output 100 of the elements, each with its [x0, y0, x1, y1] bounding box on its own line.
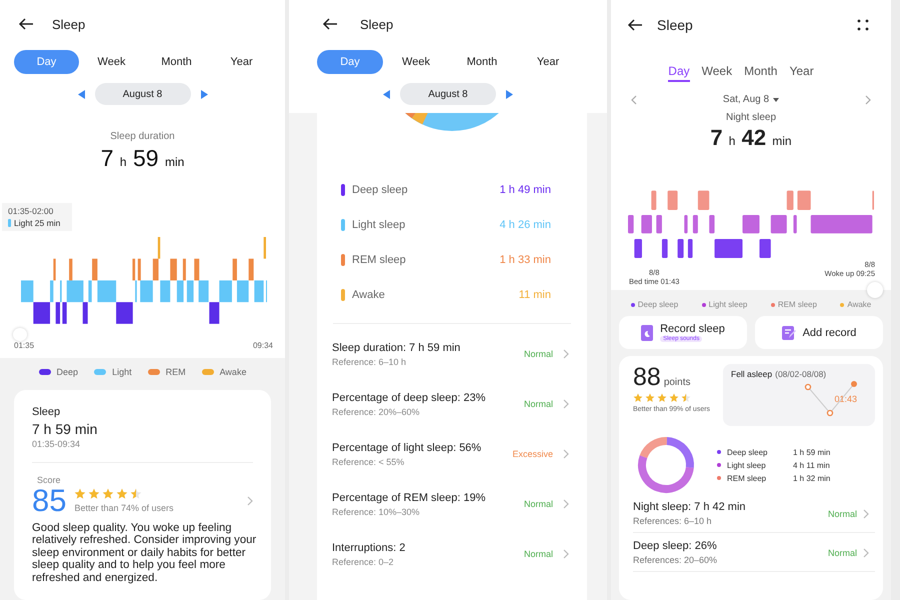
screen-title: Sleep: [52, 16, 86, 32]
donut-chart-drawing: [637, 436, 695, 494]
note-pencil-icon: [782, 326, 796, 340]
metric-title: Sleep duration: 7 h 59 min: [332, 342, 462, 354]
card-time-range: 01:35-09:34: [32, 438, 82, 448]
date-selector[interactable]: Sat, Aug 8: [722, 94, 770, 105]
tab[interactable]: Year: [209, 50, 274, 74]
stage-label: REM sleep: [352, 254, 407, 266]
duration-label: Sleep duration: [109, 131, 176, 142]
chevron-right-icon[interactable]: [247, 496, 253, 506]
metric-title: Percentage of REM sleep: 19%: [332, 492, 486, 504]
comparison-text: Better than 74% of users: [74, 503, 175, 513]
tab[interactable]: Month: [144, 50, 209, 74]
caret-left-icon[interactable]: [78, 90, 84, 98]
status-text: Normal: [524, 399, 553, 409]
fell-asleep-range: (08/02-08/08): [775, 369, 826, 379]
star-icon: [88, 488, 100, 500]
add-record-button[interactable]: Add record: [755, 316, 883, 349]
axis-label: 01:35: [14, 340, 34, 350]
metric-title: Percentage of light sleep: 56%: [332, 442, 482, 454]
scrubber-handle[interactable]: [867, 282, 883, 298]
caret-right-icon[interactable]: [200, 90, 208, 98]
metric-reference: Reference: < 55%: [332, 456, 406, 466]
legend-label: REM: [166, 366, 186, 376]
chevron-right-icon[interactable]: [865, 94, 871, 104]
summary-text: Good sleep quality. You woke up feeling relatively refreshed. Consider improving your sleep environment or daily habits for better sleep quality and to help you feel more refreshed and energized.: [32, 522, 258, 584]
tab[interactable]: Year: [789, 61, 814, 82]
tab[interactable]: Year: [515, 50, 581, 74]
chevron-right-icon[interactable]: [863, 508, 869, 518]
status-text: Normal: [524, 349, 553, 359]
phone-moon-icon: [641, 324, 654, 340]
chevron-right-icon[interactable]: [563, 499, 569, 509]
legend-label: Deep: [56, 366, 78, 376]
star-icon: [633, 393, 643, 403]
stage-duration: 1 h 49 min: [500, 184, 551, 196]
star-icon: [74, 488, 86, 500]
legend-label: Light sleep: [708, 300, 748, 309]
tooltip-time: 01:35-02:00: [8, 206, 54, 216]
chevron-right-icon[interactable]: [863, 548, 869, 558]
stage-label: Deep sleep: [352, 184, 409, 196]
status-text: Normal: [828, 508, 857, 518]
chevron-right-icon[interactable]: [563, 349, 569, 359]
stage-duration: 1 h 59 min: [793, 448, 830, 456]
star-icon: [657, 393, 667, 403]
status-text: Excessive: [512, 449, 553, 459]
status-text: Normal: [828, 548, 857, 558]
tab[interactable]: Week: [702, 61, 732, 82]
back-icon[interactable]: [18, 18, 34, 30]
dropdown-icon[interactable]: [773, 98, 780, 102]
status-text: Normal: [524, 499, 553, 509]
chevron-right-icon[interactable]: [563, 549, 569, 559]
duration-label: Night sleep: [724, 112, 778, 123]
card-duration: 7 h 59 min: [32, 420, 98, 436]
star-icon: [116, 488, 128, 500]
chevron-right-icon[interactable]: [563, 399, 569, 409]
tab[interactable]: Month: [744, 61, 778, 82]
tab[interactable]: Week: [79, 50, 144, 74]
metric-reference: Reference: 0–2: [332, 556, 395, 566]
stage-duration: 4 h 11 min: [793, 460, 830, 470]
star-icon: [669, 393, 679, 403]
back-icon[interactable]: [322, 18, 338, 30]
legend-label: REM sleep: [778, 300, 817, 309]
axis-label: 09:34: [252, 340, 273, 350]
tab[interactable]: Month: [449, 50, 515, 74]
score-label: Score: [37, 474, 62, 484]
metric-reference: References: 20–60%: [633, 555, 718, 565]
chevron-left-icon[interactable]: [631, 94, 637, 104]
metric-reference: Reference: 10%–30%: [332, 506, 421, 516]
stage-duration: 11 min: [518, 288, 551, 300]
screen-title: Sleep: [360, 16, 394, 32]
date-selector[interactable]: August 8: [400, 83, 496, 105]
stage-duration: 1 h 33 min: [500, 254, 551, 266]
caret-left-icon[interactable]: [383, 90, 390, 98]
stage-label: Light sleep: [727, 460, 767, 470]
date-selector[interactable]: August 8: [94, 83, 190, 105]
score-value: 88: [633, 363, 661, 391]
star-icon: [102, 488, 114, 500]
tab[interactable]: Week: [383, 50, 449, 74]
legend-label: Awake: [220, 366, 246, 376]
tooltip-text: Light 25 min: [14, 218, 60, 228]
caret-right-icon[interactable]: [506, 90, 513, 98]
menu-icon[interactable]: [857, 19, 869, 31]
stage-label: REM sleep: [727, 474, 768, 482]
screen-title: Sleep: [657, 17, 693, 33]
card-title: Sleep: [32, 406, 62, 418]
back-icon[interactable]: [627, 19, 643, 31]
stage-duration: 1 h 32 min: [793, 474, 830, 482]
duration-value: 7 h 59 min: [100, 144, 186, 173]
status-text: Normal: [524, 549, 553, 559]
metric-title: Percentage of deep sleep: 23%: [332, 392, 487, 404]
legend-label: Awake: [847, 300, 872, 309]
star-icon: [681, 393, 691, 403]
star-icon: [130, 488, 142, 500]
star-icon: [645, 393, 655, 403]
tab[interactable]: Day: [668, 61, 690, 82]
stage-duration: 4 h 26 min: [500, 218, 551, 230]
light-stage-marker: [8, 219, 11, 227]
metric-title: Interruptions: 2: [332, 542, 406, 554]
duration-value: 7 h 42 min: [709, 124, 793, 152]
chevron-right-icon[interactable]: [563, 449, 569, 459]
